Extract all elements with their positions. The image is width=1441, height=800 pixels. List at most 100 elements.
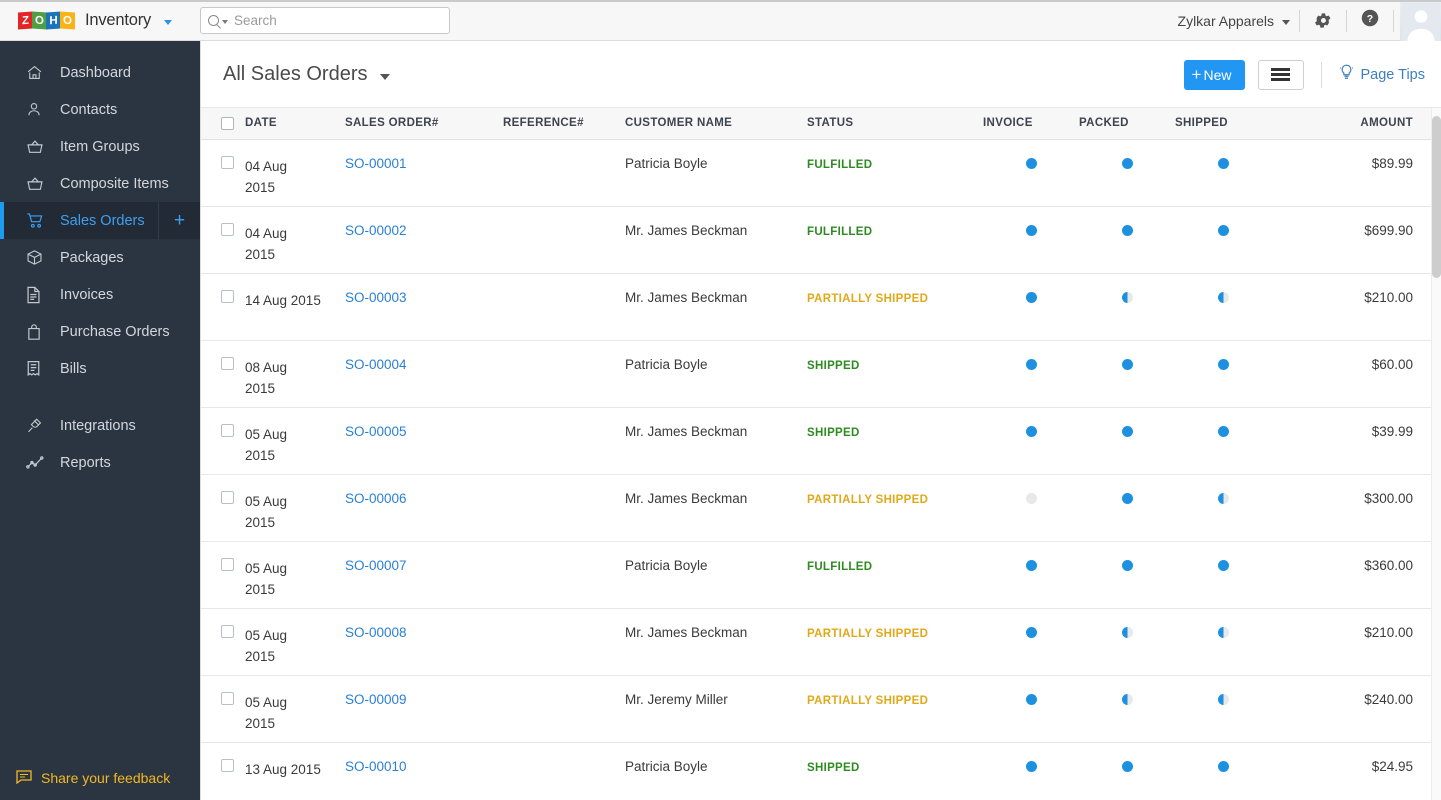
help-button[interactable]: ? bbox=[1347, 0, 1393, 41]
sales-order-link[interactable]: SO-00009 bbox=[345, 692, 407, 707]
search-box[interactable] bbox=[200, 7, 450, 34]
sidebar-item-invoices[interactable]: Invoices bbox=[0, 276, 200, 313]
column-header-invoice[interactable]: INVOICE bbox=[983, 108, 1079, 139]
date-value: 05 Aug 2015 bbox=[245, 424, 311, 466]
share-feedback-button[interactable]: Share your feedback bbox=[0, 756, 200, 800]
status-badge: FULFILLED bbox=[807, 226, 872, 238]
lightbulb-icon bbox=[1339, 64, 1354, 85]
sales-order-link[interactable]: SO-00002 bbox=[345, 223, 407, 238]
vertical-scrollbar[interactable] bbox=[1431, 108, 1441, 800]
sales-orders-table: DATE SALES ORDER# REFERENCE# CUSTOMER NA… bbox=[201, 108, 1431, 800]
cell-status: SHIPPED bbox=[807, 407, 983, 474]
sidebar-item-contacts[interactable]: Contacts bbox=[0, 91, 200, 128]
packed-status-dot-icon bbox=[1122, 225, 1133, 236]
customer-name-value: Patricia Boyle bbox=[625, 558, 708, 573]
cell-amount: $39.99 bbox=[1271, 407, 1431, 474]
search-scope-selector[interactable] bbox=[208, 15, 228, 26]
invoice-status-dot-icon bbox=[1026, 627, 1037, 638]
org-switcher[interactable]: Zylkar Apparels bbox=[1178, 13, 1299, 29]
search-input[interactable] bbox=[234, 13, 442, 28]
row-checkbox[interactable] bbox=[221, 491, 234, 504]
row-checkbox[interactable] bbox=[221, 692, 234, 705]
sales-order-link[interactable]: SO-00010 bbox=[345, 759, 407, 774]
column-header-status[interactable]: STATUS bbox=[807, 108, 983, 139]
table-row[interactable]: 05 Aug 2015 SO-00005 Mr. James Beckman SHIP… bbox=[201, 407, 1431, 474]
column-header-shipped[interactable]: SHIPPED bbox=[1175, 108, 1271, 139]
cell-amount: $210.00 bbox=[1271, 273, 1431, 340]
page-tips-button[interactable]: Page Tips bbox=[1339, 64, 1426, 85]
table-row[interactable]: 05 Aug 2015SO-00009Mr. Jeremy MillerPART… bbox=[201, 675, 1431, 742]
row-checkbox[interactable] bbox=[221, 625, 234, 638]
cell-customer-name: Patricia Boyle bbox=[625, 340, 807, 407]
top-bar: Z O H O Inventory Zylkar Apparels bbox=[0, 0, 1441, 41]
sidebar-item-integrations[interactable]: Integrations bbox=[0, 407, 200, 444]
table-row[interactable]: 05 Aug 2015SO-00007Patricia BoyleFULFILL… bbox=[201, 541, 1431, 608]
column-header-date[interactable]: DATE bbox=[245, 108, 345, 139]
sales-order-link[interactable]: SO-00007 bbox=[345, 558, 407, 573]
cell-invoice-status bbox=[983, 742, 1079, 800]
avatar[interactable] bbox=[1400, 0, 1441, 41]
select-all-checkbox[interactable] bbox=[221, 117, 234, 130]
chevron-down-icon[interactable] bbox=[164, 20, 172, 25]
row-select-cell bbox=[201, 340, 245, 407]
cell-amount: $699.90 bbox=[1271, 206, 1431, 273]
row-checkbox[interactable] bbox=[221, 759, 234, 772]
shipped-status-dot-icon bbox=[1218, 292, 1229, 303]
column-header-packed[interactable]: PACKED bbox=[1079, 108, 1175, 139]
row-checkbox[interactable] bbox=[221, 290, 234, 303]
sidebar-item-reports[interactable]: Reports bbox=[0, 444, 200, 481]
list-options-button[interactable] bbox=[1258, 60, 1304, 90]
table-row[interactable]: 04 Aug 2015SO-00002Mr. James BeckmanFULF… bbox=[201, 206, 1431, 273]
customer-name-value: Mr. James Beckman bbox=[625, 491, 747, 506]
row-select-cell bbox=[201, 474, 245, 541]
table-row[interactable]: 08 Aug 2015SO-00004Patricia BoyleSHIPPED… bbox=[201, 340, 1431, 407]
packed-status-dot-icon bbox=[1122, 560, 1133, 571]
row-checkbox[interactable] bbox=[221, 424, 234, 437]
shipped-status-dot-icon bbox=[1218, 426, 1229, 437]
sales-order-link[interactable]: SO-00005 bbox=[345, 424, 407, 439]
column-header-amount[interactable]: AMOUNT bbox=[1271, 108, 1431, 139]
row-checkbox[interactable] bbox=[221, 558, 234, 571]
sidebar-item-item-groups[interactable]: Item Groups bbox=[0, 128, 200, 165]
sidebar-add-sales-order-button[interactable]: + bbox=[158, 202, 200, 239]
table-row[interactable]: 04 Aug 2015SO-00001Patricia BoyleFULFILL… bbox=[201, 139, 1431, 206]
row-select-cell bbox=[201, 139, 245, 206]
sidebar-item-packages[interactable]: Packages bbox=[0, 239, 200, 276]
cell-customer-name: Patricia Boyle bbox=[625, 139, 807, 206]
sales-order-link[interactable]: SO-00001 bbox=[345, 156, 407, 171]
row-checkbox[interactable] bbox=[221, 357, 234, 370]
column-header-sales-order[interactable]: SALES ORDER# bbox=[345, 108, 503, 139]
cell-invoice-status bbox=[983, 340, 1079, 407]
table-row[interactable]: 14 Aug 2015SO-00003Mr. James BeckmanPART… bbox=[201, 273, 1431, 340]
cell-status: FULFILLED bbox=[807, 541, 983, 608]
table-row[interactable]: 05 Aug 2015SO-00006Mr. James BeckmanPART… bbox=[201, 474, 1431, 541]
status-badge: PARTIALLY SHIPPED bbox=[807, 494, 928, 506]
sales-order-link[interactable]: SO-00008 bbox=[345, 625, 407, 640]
sales-order-link[interactable]: SO-00006 bbox=[345, 491, 407, 506]
sidebar-item-composite-items[interactable]: Composite Items bbox=[0, 165, 200, 202]
row-checkbox[interactable] bbox=[221, 156, 234, 169]
sidebar-item-bills[interactable]: Bills bbox=[0, 350, 200, 387]
new-sales-order-button[interactable]: + New bbox=[1184, 60, 1245, 90]
table-row[interactable]: 13 Aug 2015SO-00010Patricia BoyleSHIPPED… bbox=[201, 742, 1431, 800]
settings-button[interactable] bbox=[1300, 0, 1346, 41]
help-icon: ? bbox=[1361, 9, 1379, 32]
sales-order-link[interactable]: SO-00003 bbox=[345, 290, 407, 305]
sales-order-link[interactable]: SO-00004 bbox=[345, 357, 407, 372]
sidebar-item-purchase-orders[interactable]: Purchase Orders bbox=[0, 313, 200, 350]
scrollbar-thumb[interactable] bbox=[1432, 116, 1441, 278]
column-header-reference[interactable]: REFERENCE# bbox=[503, 108, 625, 139]
cell-invoice-status bbox=[983, 407, 1079, 474]
sidebar-item-dashboard[interactable]: Dashboard bbox=[0, 54, 200, 91]
sidebar-item-sales-orders[interactable]: Sales Orders+ bbox=[0, 202, 200, 239]
column-header-customer-name[interactable]: CUSTOMER NAME bbox=[625, 108, 807, 139]
cell-amount: $24.95 bbox=[1271, 742, 1431, 800]
cell-amount: $89.99 bbox=[1271, 139, 1431, 206]
customer-name-value: Mr. James Beckman bbox=[625, 424, 747, 439]
sidebar-item-label: Contacts bbox=[60, 102, 117, 118]
table-row[interactable]: 05 Aug 2015SO-00008Mr. James BeckmanPART… bbox=[201, 608, 1431, 675]
brand-block[interactable]: Z O H O Inventory bbox=[0, 0, 200, 41]
view-selector-chevron-down-icon[interactable] bbox=[380, 74, 390, 80]
shipped-status-dot-icon bbox=[1218, 761, 1229, 772]
row-checkbox[interactable] bbox=[221, 223, 234, 236]
